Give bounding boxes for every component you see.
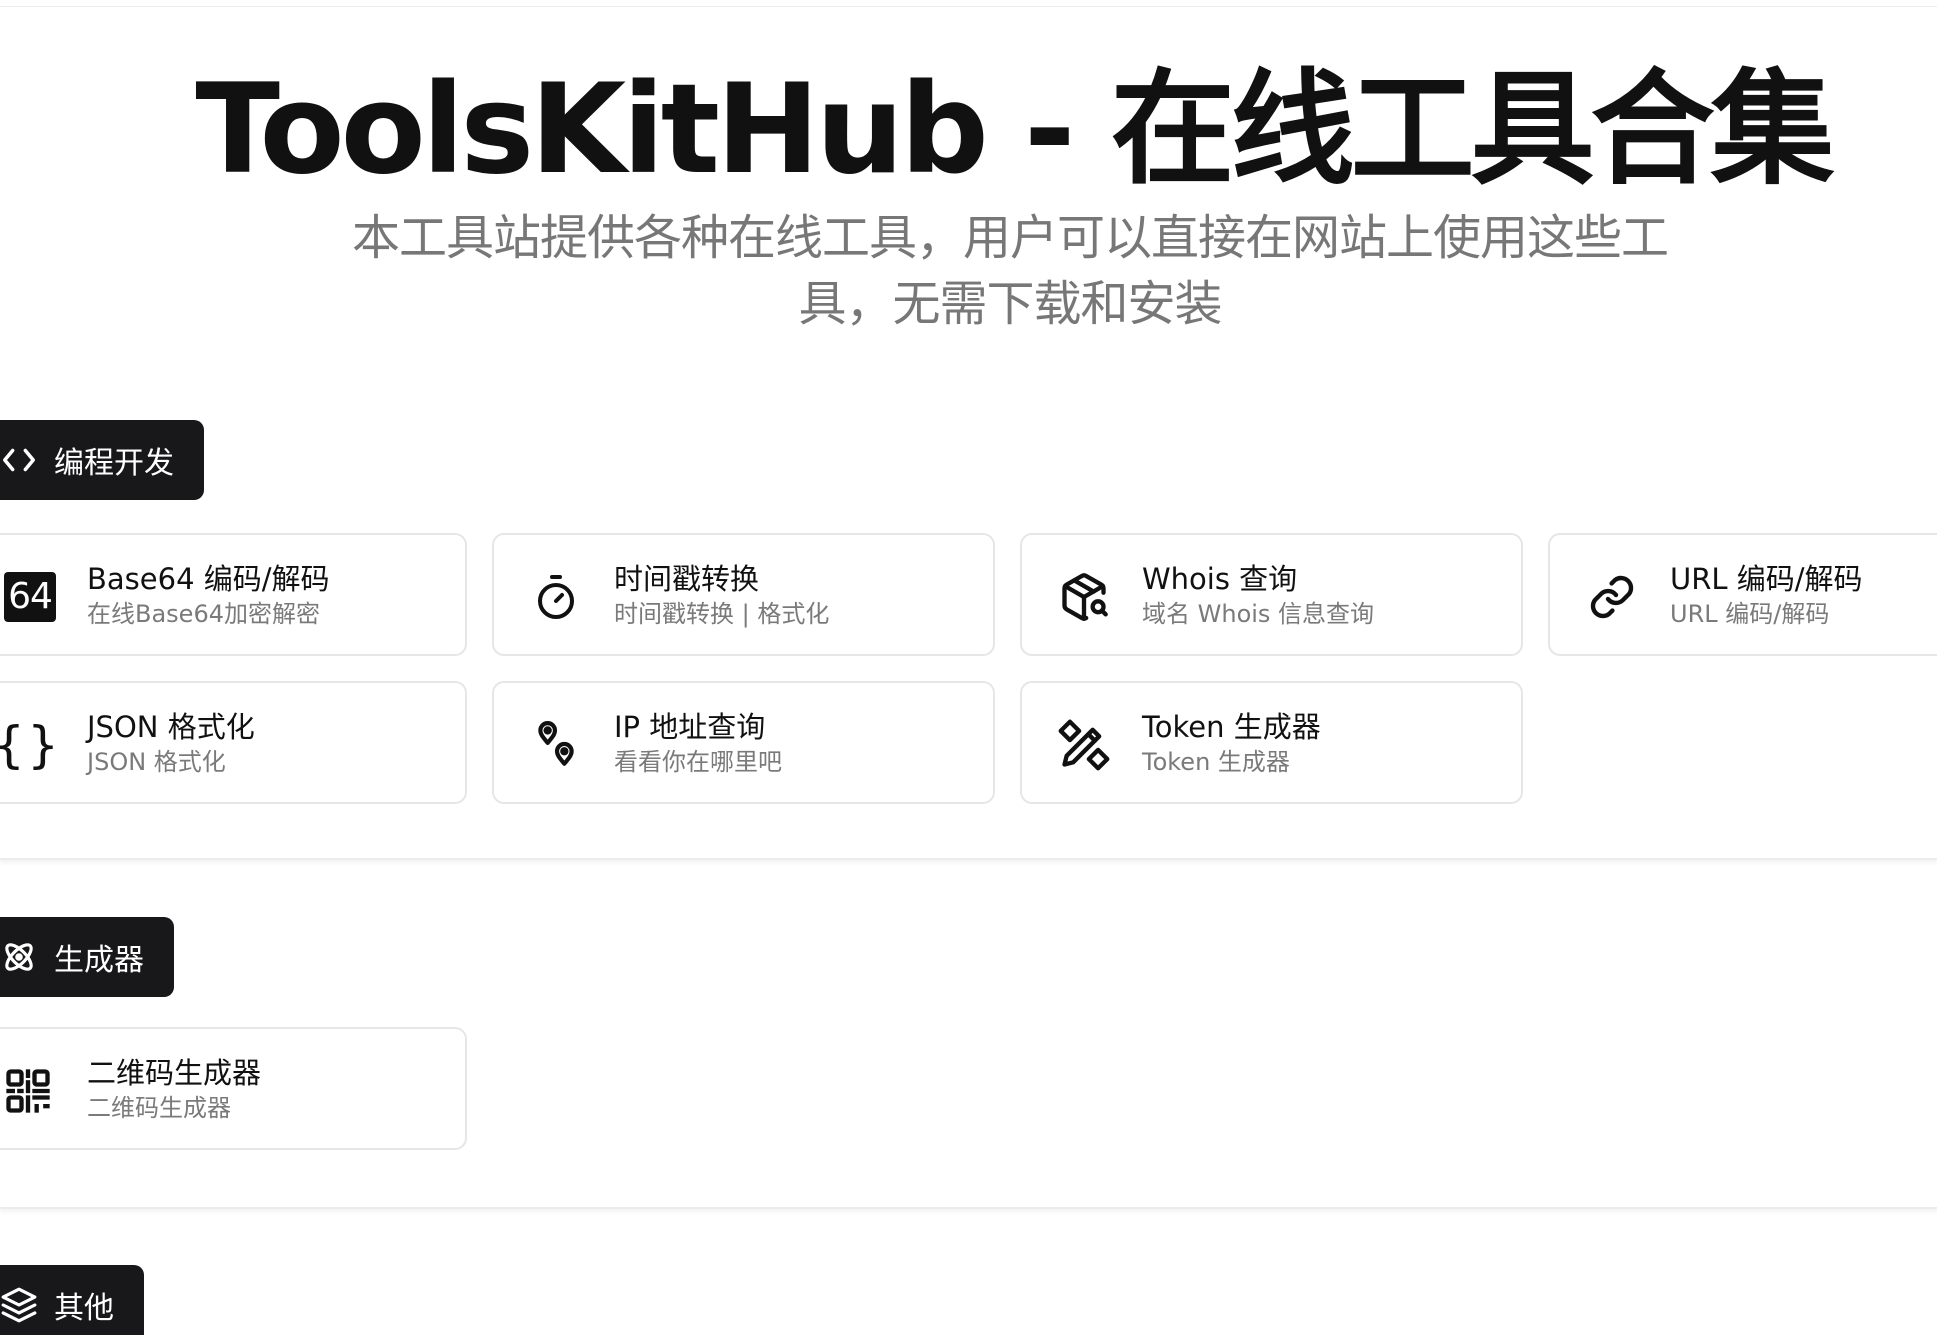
- layers-icon: [1, 1287, 37, 1323]
- tool-card-token[interactable]: Token 生成器 Token 生成器: [1020, 681, 1523, 804]
- base64-icon: 64: [2, 569, 58, 625]
- section-dev: 编程开发 64 Base64 编码/解码 在线Base64加密解密 时间戳转换: [0, 420, 1937, 860]
- code-icon: [3, 448, 35, 472]
- section-tag-other[interactable]: 其他: [0, 1265, 144, 1335]
- tools-icon: [1056, 717, 1112, 773]
- section-tag-label: 生成器: [54, 943, 144, 978]
- tool-card-desc: JSON 格式化: [87, 748, 226, 776]
- tool-card-title: IP 地址查询: [614, 710, 766, 744]
- section-tag-generators[interactable]: 生成器: [0, 917, 174, 997]
- package-search-icon: [1056, 569, 1112, 625]
- atom-icon: [5, 943, 33, 971]
- map-pins-icon: [528, 717, 584, 773]
- tool-card-url[interactable]: URL 编码/解码 URL 编码/解码: [1548, 533, 1937, 656]
- page-subtitle: 本工具站提供各种在线工具，用户可以直接在网站上使用这些工具，无需下载和安装: [351, 210, 1669, 332]
- stopwatch-icon: [528, 569, 584, 625]
- section-tag-label: 其他: [54, 1291, 114, 1326]
- section-generators: 生成器 二维码生成器 二维码生成器: [0, 917, 1937, 1209]
- section-tag-dev[interactable]: 编程开发: [0, 420, 204, 500]
- top-divider: [0, 6, 1937, 7]
- page-title: ToolsKitHub - 在线工具合集: [195, 58, 1834, 202]
- section-tag-label: 编程开发: [54, 446, 174, 481]
- tool-card-desc: 看看你在哪里吧: [614, 748, 782, 776]
- tool-card-timestamp[interactable]: 时间戳转换 时间戳转换 | 格式化: [492, 533, 995, 656]
- tool-card-title: JSON 格式化: [87, 710, 255, 744]
- page: ToolsKitHub - 在线工具合集 本工具站提供各种在线工具，用户可以直接…: [0, 0, 1937, 1335]
- tool-card-desc: 二维码生成器: [87, 1094, 231, 1122]
- tool-card-title: Token 生成器: [1142, 710, 1321, 744]
- tool-card-title: Base64 编码/解码: [87, 562, 330, 596]
- tool-card-qrcode[interactable]: 二维码生成器 二维码生成器: [0, 1027, 467, 1150]
- tool-card-title: Whois 查询: [1142, 562, 1298, 596]
- tool-card-desc: 在线Base64加密解密: [87, 600, 320, 628]
- tool-card-title: 二维码生成器: [87, 1056, 262, 1090]
- link-icon: [1584, 569, 1640, 625]
- qrcode-icon: [0, 1063, 56, 1119]
- tool-card-json[interactable]: {} JSON 格式化 JSON 格式化: [0, 681, 467, 804]
- tool-card-desc: URL 编码/解码: [1670, 600, 1830, 628]
- braces-icon: {}: [0, 716, 63, 774]
- tool-card-whois[interactable]: Whois 查询 域名 Whois 信息查询: [1020, 533, 1523, 656]
- tool-card-base64[interactable]: 64 Base64 编码/解码 在线Base64加密解密: [0, 533, 467, 656]
- tool-card-desc: 时间戳转换 | 格式化: [614, 600, 830, 628]
- section-other: 其他: [0, 1265, 1937, 1335]
- tool-card-ip[interactable]: IP 地址查询 看看你在哪里吧: [492, 681, 995, 804]
- tool-card-title: URL 编码/解码: [1670, 562, 1863, 596]
- tool-card-title: 时间戳转换: [614, 562, 760, 596]
- tool-card-desc: 域名 Whois 信息查询: [1142, 600, 1375, 628]
- tool-card-desc: Token 生成器: [1142, 748, 1290, 776]
